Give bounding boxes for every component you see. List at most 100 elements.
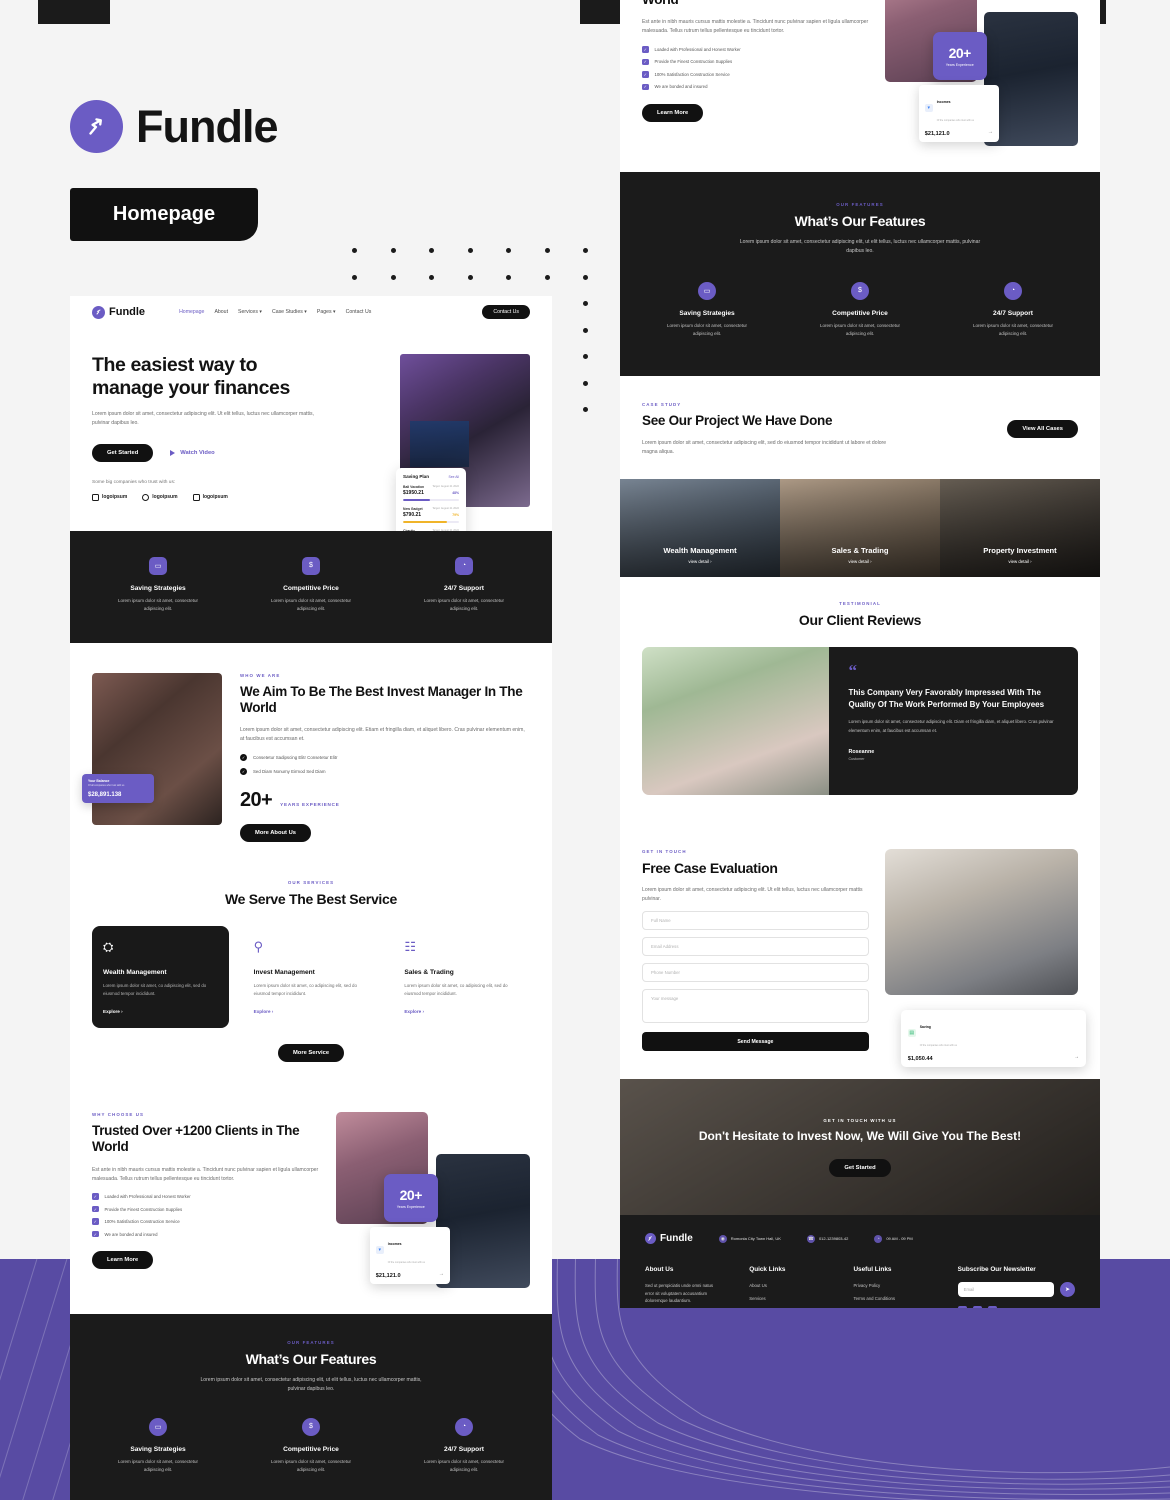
saving-card-value: $1,050.44 (907, 1056, 933, 1063)
view-all-cases-button[interactable]: View All Cases (1007, 419, 1078, 438)
decorative-dot (506, 274, 511, 280)
testimonial-role: Customer (848, 756, 865, 761)
twitter-icon[interactable]: ᵛ (972, 1306, 982, 1308)
who-we-are-section: Your Balance Of all companies who trust … (70, 643, 552, 859)
why-choose-desc: Est ante in nibh mauris cursus mattis mo… (92, 1166, 319, 1182)
service-card-invest-management[interactable]: ⚲ Invest Management Lorem ipsum dolor si… (243, 926, 380, 1028)
client-logo-2: logoipsum (142, 493, 178, 501)
badge-value: 20+ (399, 1187, 423, 1204)
case-card-link[interactable]: view detail › (688, 559, 711, 564)
case-card-link[interactable]: view detail › (848, 559, 871, 564)
nav-link-case-studies[interactable]: Case Studies ▾ (272, 309, 307, 315)
footer-link[interactable]: Services (749, 1295, 827, 1303)
footer-newsletter: Subscribe Our Newsletter Email ➤ f ᵛ in (957, 1266, 1075, 1308)
balance-card-value: $28,891.138 (88, 792, 122, 798)
dollar-icon: $ (302, 1417, 320, 1436)
who-we-are-image: Your Balance Of all companies who trust … (82, 673, 222, 825)
service-title: Wealth Management (103, 968, 167, 976)
learn-more-button[interactable]: Learn More (92, 1251, 154, 1270)
message-textarea[interactable]: Your message (642, 989, 869, 1024)
saving-plan-see-all[interactable]: See All (448, 475, 459, 479)
newsletter-submit-button[interactable]: ➤ (1059, 1282, 1075, 1298)
footer-link[interactable]: Privacy Policy (853, 1282, 931, 1290)
phone-input[interactable]: Phone Number (642, 963, 869, 983)
why-choose-eyebrow: WHY CHOOSE US (92, 1112, 145, 1118)
hero-get-started-button[interactable]: Get Started (92, 443, 154, 462)
nav-link-pages[interactable]: Pages ▾ (317, 309, 336, 315)
newsletter-email-input[interactable]: Email (957, 1282, 1054, 1298)
contact-eyebrow: GET IN TOUCH (642, 848, 687, 854)
nav-link-homepage[interactable]: Homepage (179, 309, 204, 315)
nav-link-contact-us[interactable]: Contact Us (346, 309, 372, 315)
linkedin-icon[interactable]: in (987, 1306, 997, 1308)
full-name-input[interactable]: Full Name (642, 911, 869, 931)
footer-logo[interactable]: Fundle (645, 1233, 693, 1245)
arrow-right-icon[interactable]: → (439, 1271, 444, 1277)
case-card-sales-trading[interactable]: Sales & Trading view detail › (780, 478, 940, 577)
footer-contact-address: ◉ Romonia City Town Hall, UK (718, 1234, 781, 1243)
brand-name: Fundle (136, 100, 278, 152)
service-explore-link[interactable]: Explore › (404, 1009, 519, 1014)
decorative-dot (467, 248, 473, 253)
footer-link[interactable]: About Us (749, 1282, 827, 1290)
footer-social-links[interactable]: f ᵛ in (957, 1306, 1075, 1308)
arrow-right-icon[interactable]: → (1074, 1054, 1079, 1060)
feature-title: Saving Strategies (130, 584, 186, 592)
footer-column-about: About Us Sed ut perspiciatis unde omni n… (645, 1266, 723, 1308)
footer-column-title: Quick Links (749, 1266, 786, 1274)
incomes-sub: Of the companies who trust with us (387, 1261, 425, 1265)
navbar-links[interactable]: Homepage About Services ▾ Case Studies ▾… (179, 309, 371, 315)
service-explore-link[interactable]: Explore › (103, 1009, 218, 1014)
our-features-eyebrow: OUR FEATURES (287, 1340, 335, 1346)
service-explore-link[interactable]: Explore › (254, 1009, 369, 1014)
facebook-icon[interactable]: f (957, 1306, 967, 1308)
our-features-eyebrow: OUR FEATURES (836, 202, 884, 207)
check-label: We are bonded and insured (654, 84, 708, 90)
nav-link-services[interactable]: Services ▾ (238, 309, 262, 315)
navbar-logo[interactable]: Fundle (92, 305, 145, 319)
service-card-wealth-management[interactable]: ⛭ Wealth Management Lorem ipsum dolor si… (92, 925, 229, 1029)
cta-get-started-button[interactable]: Get Started (829, 1158, 891, 1177)
case-card-title: Sales & Trading (831, 545, 889, 555)
years-experience-badge: 20+ Years Experience (383, 1174, 438, 1223)
send-message-button[interactable]: Send Message (642, 1032, 869, 1052)
more-about-us-button[interactable]: More About Us (240, 824, 312, 843)
wallet-icon: ▭ (149, 556, 167, 575)
top-notch-left (0, 0, 38, 24)
our-features-desc: Lorem ipsum dolor sit amet, consectetur … (739, 238, 981, 254)
footer-link[interactable]: Terms and Conditions (853, 1295, 931, 1303)
learn-more-button[interactable]: Learn More (642, 104, 704, 123)
hero-watch-video-label: Watch Video (180, 449, 215, 456)
incomes-value: $21,121.0 (924, 131, 950, 137)
site-footer: Fundle ◉ Romonia City Town Hall, UK ☎ 012-… (620, 1215, 1100, 1308)
decorative-dot (352, 274, 357, 280)
navbar-contact-button[interactable]: Contact Us (482, 305, 530, 319)
clock-icon: ◔ (455, 556, 473, 575)
feature-desc: Lorem ipsum dolor sit amet, consectetur … (666, 322, 748, 336)
saving-row-target: Target: August 21 2022 (432, 507, 459, 511)
nav-link-about[interactable]: About (214, 309, 228, 315)
feature-desc: Lorem ipsum dolor sit amet, consectetur … (117, 1458, 199, 1472)
wallet-icon: ▭ (698, 281, 716, 300)
case-card-link[interactable]: view detail › (1008, 559, 1031, 564)
case-card-wealth-management[interactable]: Wealth Management view detail › (620, 478, 780, 577)
arrow-right-icon[interactable]: → (988, 129, 993, 135)
homepage-mock-left[interactable]: Fundle Homepage About Services ▾ Case St… (70, 296, 552, 1500)
case-card-property-investment[interactable]: Property Investment view detail › (940, 478, 1100, 577)
check-label: Provide the Finest Construction Supplies (654, 59, 733, 65)
feature-title: Saving Strategies (130, 1445, 186, 1453)
page-badge: Homepage (70, 188, 258, 241)
decorative-dot (583, 380, 588, 386)
service-card-sales-trading[interactable]: ☷ Sales & Trading Lorem ipsum dolor sit … (393, 926, 530, 1028)
saving-row-progress (403, 520, 459, 524)
years-experience-badge: 20+ Years Experience (932, 32, 987, 80)
location-icon: ◉ (718, 1234, 727, 1243)
testimonial-image (642, 646, 830, 795)
homepage-mock-right[interactable]: Trusted Over +1200 Clients in The World … (620, 0, 1100, 1308)
more-service-button[interactable]: More Service (277, 1044, 345, 1063)
email-input[interactable]: Email Address (642, 937, 869, 957)
hero-watch-video-button[interactable]: Watch Video (170, 449, 215, 456)
balance-card-sub: Of all companies who trust with us (88, 784, 125, 787)
site-navbar[interactable]: Fundle Homepage About Services ▾ Case St… (70, 296, 552, 328)
client-logo-label: logoipsum (152, 494, 178, 501)
